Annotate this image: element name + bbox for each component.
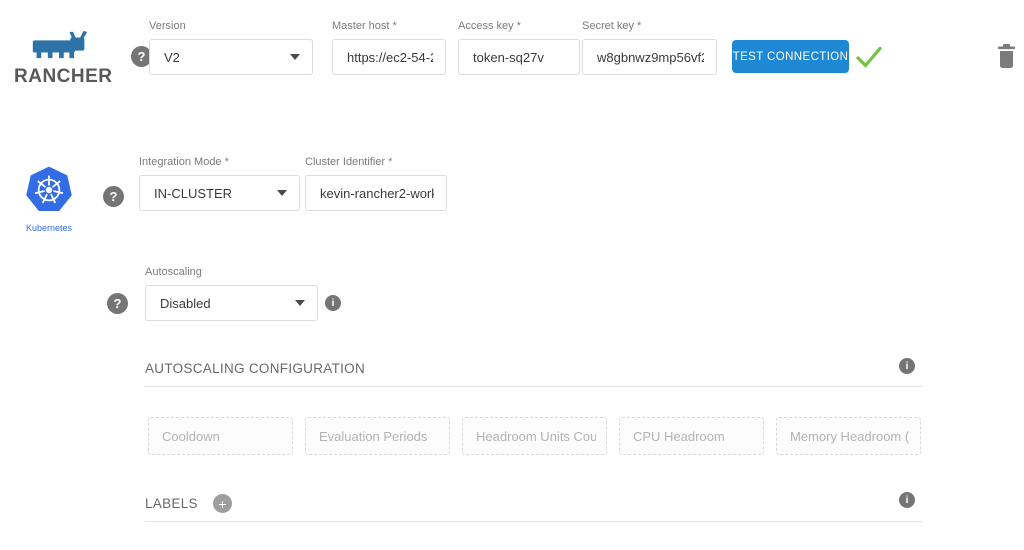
integration-mode-label: Integration Mode * bbox=[139, 156, 300, 170]
autoscaling-configuration-info-icon[interactable]: i bbox=[899, 358, 915, 374]
question-mark-glyph: ? bbox=[138, 49, 146, 64]
delete-button[interactable] bbox=[997, 43, 1016, 72]
master-host-input[interactable] bbox=[347, 50, 433, 65]
autoscaling-field: Autoscaling Disabled bbox=[145, 266, 318, 321]
headroom-units-count-field bbox=[462, 417, 607, 455]
secret-key-input[interactable] bbox=[597, 50, 704, 65]
version-select[interactable]: V2 bbox=[149, 39, 313, 75]
test-connection-button[interactable]: TEST CONNECTION bbox=[732, 40, 849, 73]
secret-key-label: Secret key * bbox=[582, 20, 717, 34]
autoscaling-config-fields-row bbox=[148, 417, 921, 455]
cluster-identifier-label: Cluster Identifier * bbox=[305, 156, 447, 170]
plus-glyph: + bbox=[218, 496, 226, 512]
access-key-label: Access key * bbox=[458, 20, 580, 34]
rancher-bull-icon bbox=[29, 30, 91, 60]
kubernetes-logo: Kubernetes bbox=[20, 164, 78, 233]
secret-key-field-group: Secret key * bbox=[582, 20, 717, 75]
autoscaling-help-icon[interactable]: ? bbox=[107, 293, 128, 314]
rancher-wordmark: RANCHER bbox=[14, 66, 106, 88]
master-host-field-group: Master host * bbox=[332, 20, 446, 75]
integration-mode-select[interactable]: IN-CLUSTER bbox=[139, 175, 300, 211]
info-glyph: i bbox=[906, 361, 909, 372]
add-label-button[interactable]: + bbox=[213, 494, 232, 513]
autoscaling-value: Disabled bbox=[160, 296, 287, 311]
chevron-down-icon bbox=[277, 190, 287, 196]
kubernetes-icon bbox=[22, 164, 76, 216]
connection-success-check-icon bbox=[855, 45, 883, 75]
access-key-input[interactable] bbox=[473, 50, 567, 65]
autoscaling-configuration-title: AUTOSCALING CONFIGURATION bbox=[145, 361, 365, 376]
version-field: Version V2 bbox=[149, 20, 313, 75]
version-value: V2 bbox=[164, 50, 282, 65]
integration-mode-field: Integration Mode * IN-CLUSTER bbox=[139, 156, 300, 211]
cluster-identifier-field-group: Cluster Identifier * bbox=[305, 156, 447, 211]
integration-mode-value: IN-CLUSTER bbox=[154, 186, 269, 201]
integration-settings-page: RANCHER ? Version V2 Master host * Acces… bbox=[0, 0, 1024, 550]
kubernetes-help-icon[interactable]: ? bbox=[103, 186, 124, 207]
autoscaling-label: Autoscaling bbox=[145, 266, 318, 280]
labels-info-icon[interactable]: i bbox=[899, 492, 915, 508]
labels-title: LABELS bbox=[145, 496, 198, 511]
evaluation-periods-field bbox=[305, 417, 450, 455]
version-label: Version bbox=[149, 20, 313, 34]
cluster-identifier-input[interactable] bbox=[320, 186, 434, 201]
cpu-headroom-field bbox=[619, 417, 764, 455]
question-mark-glyph: ? bbox=[110, 189, 118, 204]
autoscaling-info-icon[interactable]: i bbox=[325, 295, 341, 311]
kubernetes-logo-label: Kubernetes bbox=[20, 223, 78, 233]
rancher-logo: RANCHER bbox=[14, 30, 106, 88]
master-host-label: Master host * bbox=[332, 20, 446, 34]
trash-icon bbox=[997, 43, 1016, 69]
section-divider bbox=[145, 386, 922, 387]
info-glyph: i bbox=[906, 495, 909, 506]
chevron-down-icon bbox=[295, 300, 305, 306]
info-glyph: i bbox=[332, 298, 335, 309]
chevron-down-icon bbox=[290, 54, 300, 60]
question-mark-glyph: ? bbox=[114, 296, 122, 311]
access-key-field-group: Access key * bbox=[458, 20, 580, 75]
memory-headroom-field bbox=[776, 417, 921, 455]
cooldown-field bbox=[148, 417, 293, 455]
section-divider bbox=[145, 521, 922, 522]
autoscaling-select[interactable]: Disabled bbox=[145, 285, 318, 321]
